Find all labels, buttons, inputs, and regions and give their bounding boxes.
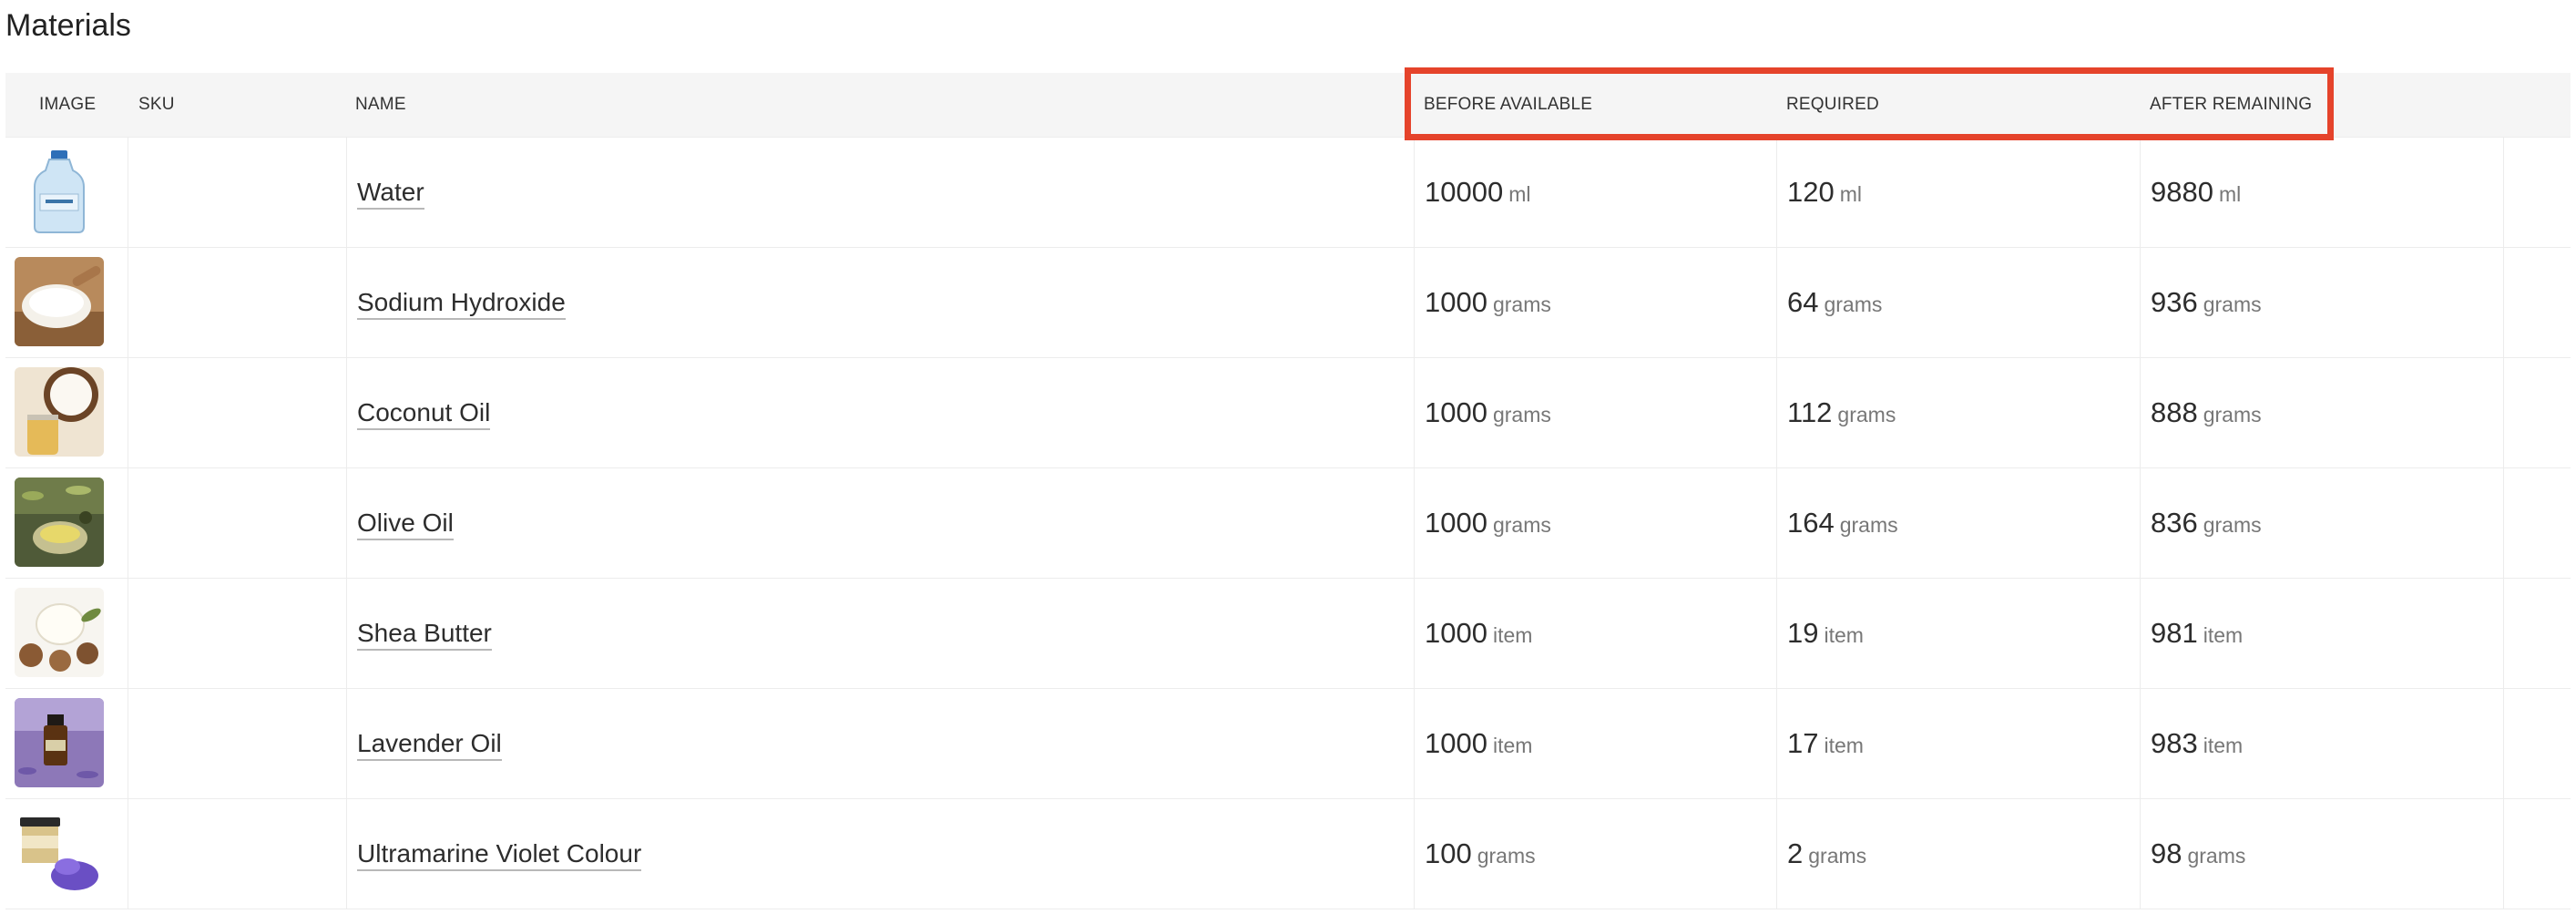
before-available-cell: 1000 grams [1425, 286, 1551, 318]
header-before-available: BEFORE AVAILABLE [1424, 95, 1593, 114]
after-remaining-cell: 983 item [2151, 727, 2244, 759]
column-divider [1776, 579, 1777, 688]
column-divider [2503, 138, 2504, 247]
material-name-link[interactable]: Coconut Oil [357, 358, 491, 467]
column-divider [2140, 689, 2141, 798]
column-divider [2503, 799, 2504, 909]
column-divider [2140, 799, 2141, 909]
material-name-link[interactable]: Lavender Oil [357, 689, 502, 798]
after-remaining-cell: 98 grams [2151, 837, 2246, 869]
column-divider [1414, 799, 1415, 909]
table-row: Sodium Hydroxide 1000 grams 64 grams 936 gr… [5, 248, 2571, 358]
sodium-hydroxide-image [15, 257, 104, 346]
material-name-link[interactable]: Sodium Hydroxide [357, 248, 566, 357]
header-image: IMAGE [39, 95, 97, 114]
material-name-link[interactable]: Ultramarine Violet Colour [357, 799, 642, 909]
column-divider [1776, 248, 1777, 357]
column-divider [2140, 468, 2141, 578]
column-divider [346, 468, 347, 578]
coconut-oil-image [15, 367, 104, 457]
ultramarine-violet-image [15, 808, 104, 898]
column-divider [1414, 579, 1415, 688]
column-divider [1414, 468, 1415, 578]
column-divider [2140, 248, 2141, 357]
column-divider [1776, 138, 1777, 247]
material-name-link[interactable]: Shea Butter [357, 579, 492, 688]
required-cell: 120 ml [1787, 176, 1863, 208]
column-divider [2503, 358, 2504, 467]
column-divider [1776, 799, 1777, 909]
column-divider [2503, 248, 2504, 357]
column-divider [1414, 689, 1415, 798]
materials-table: IMAGE SKU NAME BEFORE AVAILABLE REQUIRED… [5, 73, 2571, 909]
column-divider [2503, 468, 2504, 578]
water-bottle-image [15, 147, 104, 236]
after-remaining-cell: 9880 ml [2151, 176, 2242, 208]
after-remaining-cell: 936 grams [2151, 286, 2262, 318]
required-cell: 112 grams [1787, 396, 1896, 428]
after-remaining-cell: 981 item [2151, 617, 2244, 649]
after-remaining-cell: 836 grams [2151, 507, 2262, 539]
column-divider [1414, 248, 1415, 357]
column-divider [1414, 138, 1415, 247]
table-row: Coconut Oil 1000 grams 112 grams 888 grams [5, 358, 2571, 468]
shea-butter-image [15, 588, 104, 677]
header-after-remaining: AFTER REMAINING [2150, 95, 2313, 114]
column-divider [1776, 358, 1777, 467]
before-available-cell: 1000 item [1425, 617, 1533, 649]
material-name-link[interactable]: Olive Oil [357, 468, 454, 578]
after-remaining-cell: 888 grams [2151, 396, 2262, 428]
column-divider [346, 248, 347, 357]
required-cell: 64 grams [1787, 286, 1883, 318]
column-divider [346, 689, 347, 798]
required-cell: 19 item [1787, 617, 1864, 649]
column-divider [1414, 358, 1415, 467]
header-sku: SKU [138, 95, 175, 114]
required-cell: 2 grams [1787, 837, 1867, 869]
column-divider [2503, 689, 2504, 798]
table-row: Ultramarine Violet Colour 100 grams 2 gram… [5, 799, 2571, 909]
page-title: Materials [5, 8, 131, 43]
column-divider [346, 138, 347, 247]
table-row: Shea Butter 1000 item 19 item 981 item [5, 579, 2571, 689]
before-available-cell: 1000 item [1425, 727, 1533, 759]
column-divider [2140, 358, 2141, 467]
table-header-row: IMAGE SKU NAME BEFORE AVAILABLE REQUIRED… [5, 73, 2571, 138]
column-divider [346, 579, 347, 688]
required-cell: 164 grams [1787, 507, 1898, 539]
material-name-link[interactable]: Water [357, 138, 424, 247]
column-divider [2503, 579, 2504, 688]
column-divider [346, 358, 347, 467]
column-divider [1776, 468, 1777, 578]
before-available-cell: 100 grams [1425, 837, 1536, 869]
table-row: Water 10000 ml 120 ml 9880 ml [5, 138, 2571, 248]
required-cell: 17 item [1787, 727, 1864, 759]
column-divider [2140, 579, 2141, 688]
column-divider [1776, 689, 1777, 798]
header-name: NAME [355, 95, 406, 114]
table-row: Lavender Oil 1000 item 17 item 983 item [5, 689, 2571, 799]
table-row: Olive Oil 1000 grams 164 grams 836 grams [5, 468, 2571, 579]
olive-oil-image [15, 478, 104, 567]
column-divider [346, 799, 347, 909]
before-available-cell: 10000 ml [1425, 176, 1531, 208]
before-available-cell: 1000 grams [1425, 396, 1551, 428]
column-divider [2140, 138, 2141, 247]
lavender-oil-image [15, 698, 104, 787]
header-required: REQUIRED [1786, 95, 1879, 114]
before-available-cell: 1000 grams [1425, 507, 1551, 539]
